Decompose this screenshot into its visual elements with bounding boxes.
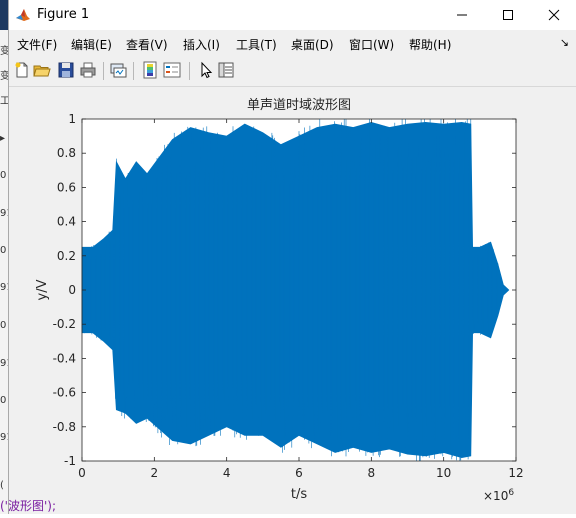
bg-fragment: 0 — [0, 320, 7, 331]
toolbar-separator — [189, 62, 190, 80]
y-tick-label: -0.4 — [53, 351, 76, 365]
menu-help[interactable]: 帮助(H) — [409, 36, 451, 53]
y-axis-label: y/V — [35, 279, 50, 300]
menu-tools[interactable]: 工具(T) — [236, 36, 277, 53]
maximize-icon — [503, 10, 513, 20]
insert-legend-icon[interactable] — [163, 61, 181, 79]
x-tick-label: 4 — [223, 466, 231, 480]
close-button[interactable] — [531, 0, 576, 30]
y-tick-label: -0.8 — [53, 420, 76, 434]
print-icon[interactable] — [79, 61, 97, 79]
maximize-button[interactable] — [485, 0, 531, 30]
close-icon — [548, 9, 560, 21]
x-tick-label: 0 — [78, 466, 86, 480]
x-tick-label: 6 — [295, 466, 303, 480]
x-tick-label: 2 — [151, 466, 159, 480]
insert-colorbar-icon[interactable] — [141, 61, 159, 79]
menu-bar: 文件(F) 编辑(E) 查看(V) 插入(I) 工具(T) 桌面(D) 窗口(W… — [9, 32, 576, 54]
y-tick-label: 0.2 — [57, 249, 76, 263]
menu-window[interactable]: 窗口(W) — [349, 36, 394, 53]
background-code-fragment: ('波形图'); — [0, 499, 57, 513]
property-inspector-icon[interactable] — [217, 61, 235, 79]
menu-insert[interactable]: 插入(I) — [183, 36, 220, 53]
bg-fragment: 0 — [0, 245, 7, 256]
x-tick-label: 10 — [436, 466, 451, 480]
bg-fragment: 0 — [0, 170, 7, 181]
y-tick-label: -0.2 — [53, 317, 76, 331]
chart-title: 单声道时域波形图 — [247, 98, 351, 113]
y-tick-label: -0.6 — [53, 386, 76, 400]
menu-desktop[interactable]: 桌面(D) — [291, 36, 334, 53]
edit-plot-icon[interactable] — [197, 61, 215, 79]
minimize-button[interactable] — [439, 0, 485, 30]
y-tick-label: 0 — [68, 283, 76, 297]
x-tick-label: 8 — [368, 466, 376, 480]
y-tick-label: -1 — [64, 454, 76, 468]
y-tick-label: 1 — [68, 112, 76, 126]
y-tick-label: 0.8 — [57, 146, 76, 160]
y-tick-label: 0.6 — [57, 180, 76, 194]
chart: 0 2 4 6 8 10 12 -1 -0.8 -0.6 -0.4 -0.2 0 0.2 0.4 0.6 0.… — [35, 98, 524, 503]
minimize-icon — [457, 14, 467, 16]
x-axis-label: t/s — [291, 487, 307, 502]
open-file-icon[interactable] — [33, 61, 51, 79]
x-axis-multiplier: ×106 — [483, 488, 514, 503]
x-tick-label: 12 — [508, 466, 523, 480]
figure-window: Figure 1 文件(F) 编辑(E) 查看(V) 插入(I) 工具(T) 桌… — [8, 0, 576, 514]
y-tick-label: 0.4 — [57, 215, 76, 229]
matlab-icon — [16, 9, 30, 21]
new-figure-icon[interactable] — [13, 61, 31, 79]
toolbar-separator — [133, 62, 134, 80]
bg-fragment: ▸ — [0, 133, 6, 144]
bg-fragment: ( — [0, 480, 4, 491]
save-icon[interactable] — [57, 61, 75, 79]
menu-file[interactable]: 文件(F) — [17, 36, 57, 53]
dock-arrow-icon[interactable]: ↘ — [560, 36, 569, 49]
figure-canvas: 0 2 4 6 8 10 12 -1 -0.8 -0.6 -0.4 -0.2 0 0.2 0.4 0.6 0.… — [9, 88, 576, 514]
window-title: Figure 1 — [37, 7, 90, 22]
menu-view[interactable]: 查看(V) — [126, 36, 168, 53]
bg-fragment: 0 — [0, 395, 7, 406]
toolbar — [9, 56, 576, 87]
title-bar[interactable]: Figure 1 — [9, 0, 576, 30]
menu-edit[interactable]: 编辑(E) — [71, 36, 112, 53]
link-plot-icon[interactable] — [109, 61, 127, 79]
toolbar-separator — [103, 62, 104, 80]
